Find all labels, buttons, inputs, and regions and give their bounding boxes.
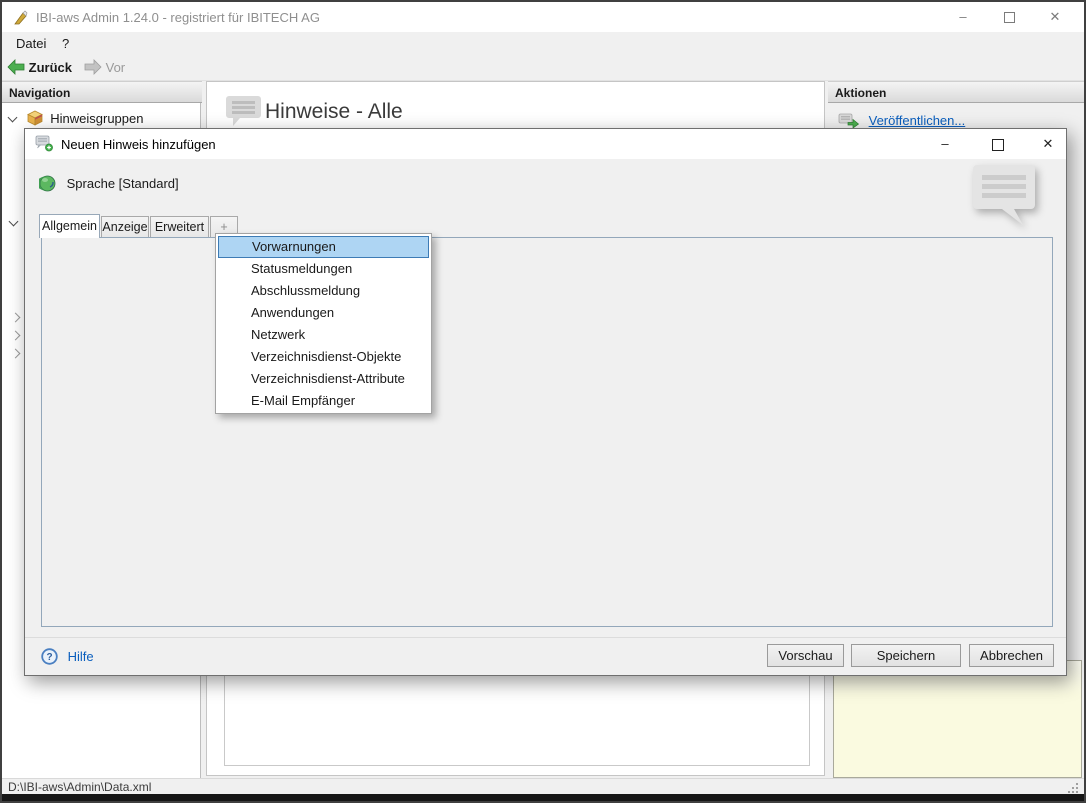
svg-text:?: ? bbox=[46, 652, 52, 663]
dialog-minimize-button[interactable]: – bbox=[930, 129, 960, 159]
tab-anzeige[interactable]: Anzeige bbox=[101, 216, 149, 238]
dialog-maximize-icon bbox=[992, 139, 1004, 151]
hinweisgruppen-box-icon bbox=[27, 110, 43, 126]
menu-item-abschlussmeldung[interactable]: Abschlussmeldung bbox=[218, 280, 429, 302]
hinweise-bubble-icon bbox=[225, 94, 263, 128]
publish-icon bbox=[838, 113, 859, 128]
menu-item-statusmeldungen[interactable]: Statusmeldungen bbox=[218, 258, 429, 280]
actions-header: Aktionen bbox=[828, 81, 1086, 103]
menu-item-email-empfaenger[interactable]: E-Mail Empfänger bbox=[218, 390, 429, 412]
main-titlebar: IBI-aws Admin 1.24.0 - registriert für I… bbox=[2, 2, 1084, 32]
help-label: Hilfe bbox=[68, 649, 94, 664]
globe-icon bbox=[39, 175, 56, 192]
dialog-title: Neuen Hinweis hinzufügen bbox=[61, 137, 216, 152]
menu-item-anwendungen[interactable]: Anwendungen bbox=[218, 302, 429, 324]
notes-panel bbox=[833, 660, 1082, 778]
dialog-neuen-hinweis: Neuen Hinweis hinzufügen – ✕ Sprache [St… bbox=[24, 128, 1067, 676]
language-selector[interactable]: Sprache [Standard] bbox=[39, 174, 179, 194]
menubar: Datei ? bbox=[2, 32, 1084, 56]
bubble-watermark-icon bbox=[968, 161, 1042, 231]
app-window: IBI-aws Admin 1.24.0 - registriert für I… bbox=[0, 0, 1086, 803]
tab-erweitert[interactable]: Erweitert bbox=[150, 216, 209, 238]
menu-item-vorwarnungen[interactable]: Vorwarnungen bbox=[218, 236, 429, 258]
menu-item-verzeichnisdienst-attribute[interactable]: Verzeichnisdienst-Attribute bbox=[218, 368, 429, 390]
speichern-button[interactable]: Speichern bbox=[851, 644, 961, 667]
tree-expander-icon[interactable] bbox=[11, 349, 21, 359]
toolbar: Zurück Vor bbox=[2, 56, 1084, 81]
tree-expander-icon[interactable] bbox=[11, 313, 21, 323]
forward-arrow-icon bbox=[84, 59, 102, 75]
language-label: Sprache [Standard] bbox=[67, 176, 179, 191]
vorschau-button[interactable]: Vorschau bbox=[767, 644, 844, 667]
page-title: Hinweise - Alle bbox=[265, 100, 403, 124]
navigation-header: Navigation bbox=[2, 81, 202, 103]
window-bottom-edge bbox=[2, 794, 1084, 801]
back-arrow-icon bbox=[7, 59, 25, 75]
forward-button[interactable]: Vor bbox=[84, 59, 125, 77]
dialog-maximize-button[interactable] bbox=[983, 129, 1013, 159]
app-logo-icon bbox=[12, 9, 29, 26]
maximize-button[interactable] bbox=[994, 2, 1024, 32]
close-button[interactable]: ✕ bbox=[1040, 2, 1070, 32]
abbrechen-button[interactable]: Abbrechen bbox=[969, 644, 1054, 667]
dialog-titlebar: Neuen Hinweis hinzufügen – ✕ bbox=[25, 129, 1066, 159]
add-hinweis-icon bbox=[35, 135, 54, 152]
menu-help[interactable]: ? bbox=[54, 32, 77, 56]
help-icon: ? bbox=[41, 648, 58, 665]
tree-expander-icon[interactable] bbox=[11, 331, 21, 341]
help-link[interactable]: ? Hilfe bbox=[41, 647, 94, 667]
tab-allgemein[interactable]: Allgemein bbox=[39, 214, 100, 238]
menu-datei[interactable]: Datei bbox=[8, 32, 54, 56]
tree-expander-icon[interactable] bbox=[9, 217, 19, 227]
minimize-button[interactable]: – bbox=[948, 2, 978, 32]
tree-item-label: Hinweisgruppen bbox=[50, 111, 143, 126]
statusbar: D:\IBI-aws\Admin\Data.xml bbox=[2, 778, 1084, 794]
resize-grip-icon[interactable] bbox=[1068, 783, 1078, 793]
tree-expander-icon[interactable] bbox=[8, 113, 18, 123]
footer-divider bbox=[25, 637, 1066, 638]
back-button[interactable]: Zurück bbox=[7, 59, 72, 77]
maximize-icon bbox=[1004, 12, 1015, 23]
menu-item-netzwerk[interactable]: Netzwerk bbox=[218, 324, 429, 346]
tree-item-hinweisgruppen[interactable]: Hinweisgruppen bbox=[6, 109, 143, 129]
menu-item-verzeichnisdienst-objekte[interactable]: Verzeichnisdienst-Objekte bbox=[218, 346, 429, 368]
window-title: IBI-aws Admin 1.24.0 - registriert für I… bbox=[36, 10, 320, 25]
data-file-path: D:\IBI-aws\Admin\Data.xml bbox=[8, 780, 151, 794]
add-tab-popup-menu: Vorwarnungen Statusmeldungen Abschlussme… bbox=[215, 233, 432, 414]
dialog-close-button[interactable]: ✕ bbox=[1033, 129, 1063, 159]
tab-page-allgemein bbox=[41, 237, 1053, 627]
